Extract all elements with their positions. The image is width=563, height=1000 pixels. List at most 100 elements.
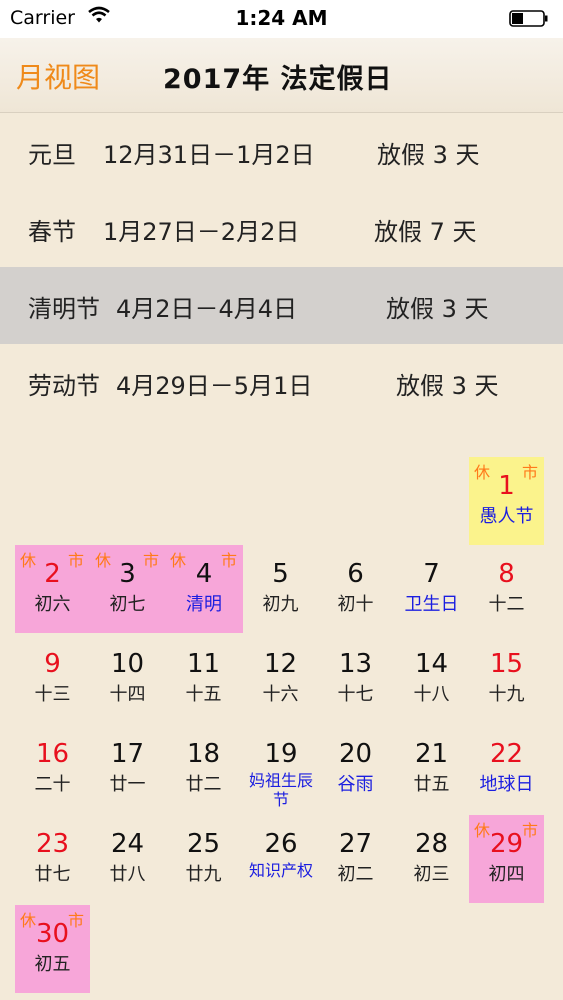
day-subtitle: 初四 — [488, 864, 525, 885]
calendar-day-1[interactable]: 休 市 1 愚人节 — [469, 457, 544, 545]
holiday-name: 元旦 — [28, 141, 76, 169]
calendar-day-14[interactable]: 14 十八 — [394, 635, 469, 723]
calendar-day-19[interactable]: 19 妈祖生辰节 — [241, 725, 321, 813]
day-number: 22 — [489, 739, 524, 769]
holiday-row-labor-day[interactable]: 劳动节 4月29日－5月1日 放假 3 天 — [0, 344, 563, 421]
holiday-row-spring-festival[interactable]: 春节 1月27日－2月2日 放假 7 天 — [0, 190, 563, 267]
day-subtitle: 初二 — [337, 864, 374, 885]
calendar-day-16[interactable]: 16 二十 — [15, 725, 90, 813]
day-subtitle: 廿九 — [185, 864, 222, 885]
day-number: 23 — [35, 829, 70, 859]
calendar-day-30[interactable]: 休 市 30 初五 — [15, 905, 90, 993]
day-subtitle: 十七 — [337, 684, 374, 705]
holiday-dates: 12月31日－1月2日 — [103, 141, 315, 169]
day-number: 15 — [489, 649, 524, 679]
calendar-day-23[interactable]: 23 廿七 — [15, 815, 90, 903]
day-number: 19 — [264, 739, 298, 769]
calendar-day-2[interactable]: 休 市 2 初六 — [15, 545, 90, 633]
calendar-day-20[interactable]: 20 谷雨 — [318, 725, 393, 813]
holiday-days-off: 放假 3 天 — [396, 372, 499, 400]
holiday-name: 春节 — [28, 218, 76, 246]
day-number: 8 — [498, 559, 515, 589]
calendar-day-4[interactable]: 休 市 4 清明 — [165, 545, 243, 633]
calendar-day-17[interactable]: 17 廿一 — [90, 725, 165, 813]
calendar-day-21[interactable]: 21 廿五 — [394, 725, 469, 813]
day-subtitle: 十六 — [262, 684, 299, 705]
day-number: 6 — [347, 559, 364, 589]
calendar-day-24[interactable]: 24 廿八 — [90, 815, 165, 903]
calendar-day-7[interactable]: 7 卫生日 — [394, 545, 469, 633]
status-bar: Carrier 1:24 AM — [0, 0, 563, 38]
day-subtitle: 知识产权 — [248, 861, 313, 880]
day-subtitle: 卫生日 — [404, 594, 459, 615]
day-subtitle: 廿五 — [413, 774, 450, 795]
day-subtitle: 廿二 — [185, 774, 222, 795]
holiday-row-qingming[interactable]: 清明节 4月2日－4月4日 放假 3 天 — [0, 267, 563, 344]
calendar-day-8[interactable]: 8 十二 — [469, 545, 544, 633]
holiday-name: 劳动节 — [28, 372, 100, 400]
day-number: 7 — [423, 559, 440, 589]
day-subtitle: 十五 — [185, 684, 222, 705]
day-subtitle: 谷雨 — [337, 774, 374, 795]
holiday-name: 清明节 — [28, 295, 100, 323]
day-subtitle: 初五 — [34, 954, 71, 975]
day-number: 3 — [119, 559, 136, 589]
calendar-day-18[interactable]: 18 廿二 — [166, 725, 241, 813]
day-number: 28 — [414, 829, 449, 859]
month-view-button[interactable]: 月视图 — [16, 56, 100, 96]
holiday-list: 元旦 12月31日－1月2日 放假 3 天 春节 1月27日－2月2日 放假 7… — [0, 113, 563, 421]
calendar-day-11[interactable]: 11 十五 — [166, 635, 241, 723]
app-screen: Carrier 1:24 AM 月视图 2017年 法定假日 元旦 12月31日… — [0, 0, 563, 1000]
day-number: 29 — [489, 829, 524, 859]
day-subtitle: 愚人节 — [479, 506, 534, 527]
calendar-day-26[interactable]: 26 知识产权 — [241, 815, 321, 903]
day-subtitle: 初七 — [109, 594, 146, 615]
day-subtitle: 妈祖生辰节 — [248, 771, 313, 809]
day-number: 21 — [414, 739, 449, 769]
holiday-dates: 1月27日－2月2日 — [103, 218, 300, 246]
day-number: 25 — [186, 829, 221, 859]
holiday-dates: 4月29日－5月1日 — [116, 372, 313, 400]
day-subtitle: 初十 — [337, 594, 374, 615]
day-number: 11 — [186, 649, 221, 679]
day-number: 2 — [44, 559, 61, 589]
day-subtitle: 初九 — [262, 594, 299, 615]
calendar-day-3[interactable]: 休 市 3 初七 — [90, 545, 165, 633]
calendar-day-10[interactable]: 10 十四 — [90, 635, 165, 723]
calendar-day-6[interactable]: 6 初十 — [318, 545, 393, 633]
day-number: 10 — [110, 649, 145, 679]
day-subtitle: 十二 — [488, 594, 525, 615]
day-subtitle: 地球日 — [479, 774, 534, 795]
holiday-dates: 4月2日－4月4日 — [116, 295, 298, 323]
battery-icon — [509, 10, 549, 27]
day-number: 4 — [195, 559, 213, 589]
calendar-day-22[interactable]: 22 地球日 — [469, 725, 544, 813]
clock: 1:24 AM — [235, 6, 328, 30]
day-number: 1 — [498, 471, 515, 501]
day-subtitle: 廿八 — [109, 864, 146, 885]
holiday-days-off: 放假 3 天 — [377, 141, 480, 169]
calendar-day-15[interactable]: 15 十九 — [469, 635, 544, 723]
day-number: 24 — [110, 829, 145, 859]
calendar-day-9[interactable]: 9 十三 — [15, 635, 90, 723]
day-number: 16 — [35, 739, 70, 769]
holiday-days-off: 放假 3 天 — [386, 295, 489, 323]
calendar-day-25[interactable]: 25 廿九 — [166, 815, 241, 903]
holiday-row-new-year[interactable]: 元旦 12月31日－1月2日 放假 3 天 — [0, 113, 563, 190]
calendar-day-5[interactable]: 5 初九 — [243, 545, 318, 633]
day-number: 26 — [264, 829, 298, 859]
day-subtitle: 十四 — [109, 684, 146, 705]
calendar-day-12[interactable]: 12 十六 — [243, 635, 318, 723]
day-subtitle: 廿一 — [109, 774, 146, 795]
calendar-day-27[interactable]: 27 初二 — [318, 815, 393, 903]
day-subtitle: 清明 — [186, 594, 222, 615]
day-number: 14 — [414, 649, 449, 679]
navigation-bar: 月视图 2017年 法定假日 — [0, 38, 563, 113]
holiday-days-off: 放假 7 天 — [374, 218, 477, 246]
calendar-day-28[interactable]: 28 初三 — [394, 815, 469, 903]
day-subtitle: 二十 — [34, 774, 71, 795]
calendar-day-29[interactable]: 休 市 29 初四 — [469, 815, 544, 903]
day-number: 30 — [35, 919, 70, 949]
day-number: 9 — [44, 649, 61, 679]
calendar-day-13[interactable]: 13 十七 — [318, 635, 393, 723]
